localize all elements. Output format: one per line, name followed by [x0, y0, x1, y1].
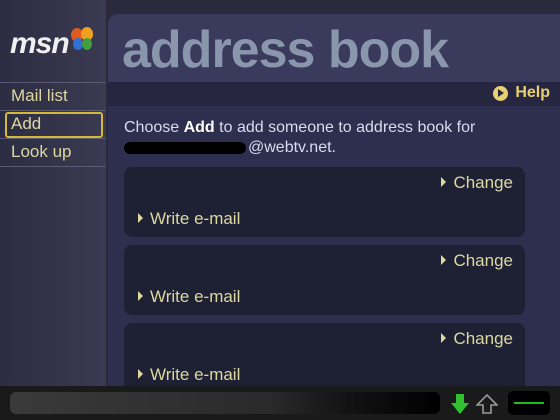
msn-logo: msn: [0, 0, 106, 80]
email-domain: @webtv.net.: [248, 139, 336, 156]
help-bar: Help: [108, 82, 560, 106]
main-panel: address book Help Choose Add to add some…: [108, 14, 560, 386]
sidebar: msn Mail list Add Look up: [0, 0, 106, 386]
address-entry: Change Write e-mail: [124, 245, 525, 315]
status-bar: [0, 386, 560, 420]
instruction-text: Choose Add to add someone to address boo…: [124, 119, 476, 156]
play-icon: [493, 86, 509, 101]
scroll-down-icon[interactable]: [451, 394, 469, 414]
connection-indicator: [508, 391, 550, 415]
arrow-right-icon: [441, 255, 447, 265]
arrow-right-icon: [138, 213, 143, 223]
change-link[interactable]: Change: [441, 329, 513, 349]
msn-butterfly-icon: [71, 27, 93, 50]
sidebar-item-label: Look up: [11, 142, 72, 161]
sidebar-item-mail-list[interactable]: Mail list: [0, 82, 106, 108]
write-email-link[interactable]: Write e-mail: [138, 287, 240, 307]
arrow-right-icon: [441, 333, 447, 343]
help-link[interactable]: Help: [493, 84, 550, 104]
address-entry: Change Write e-mail: [124, 167, 525, 237]
redacted-username: [124, 141, 246, 154]
sidebar-item-look-up[interactable]: Look up: [0, 138, 106, 164]
sidebar-divider: [0, 166, 106, 167]
connection-bar: [514, 402, 544, 404]
change-link[interactable]: Change: [441, 251, 513, 271]
arrow-right-icon: [138, 291, 143, 301]
change-link[interactable]: Change: [441, 173, 513, 193]
sidebar-item-label: Add: [11, 114, 42, 133]
scroll-up-icon[interactable]: [476, 394, 498, 414]
instruction-action: Add: [183, 119, 215, 136]
msn-logo-text: msn: [10, 27, 70, 60]
arrow-right-icon: [441, 177, 447, 187]
status-track: [10, 392, 440, 414]
sidebar-item-label: Mail list: [11, 86, 68, 105]
page-header: address book: [108, 14, 560, 82]
address-entry: Change Write e-mail: [124, 323, 525, 386]
write-email-link[interactable]: Write e-mail: [138, 209, 240, 229]
write-email-link[interactable]: Write e-mail: [138, 365, 240, 385]
sidebar-item-add[interactable]: Add: [0, 110, 106, 138]
arrow-right-icon: [138, 369, 143, 379]
help-label: Help: [515, 84, 550, 101]
page-title: address book: [122, 21, 449, 79]
